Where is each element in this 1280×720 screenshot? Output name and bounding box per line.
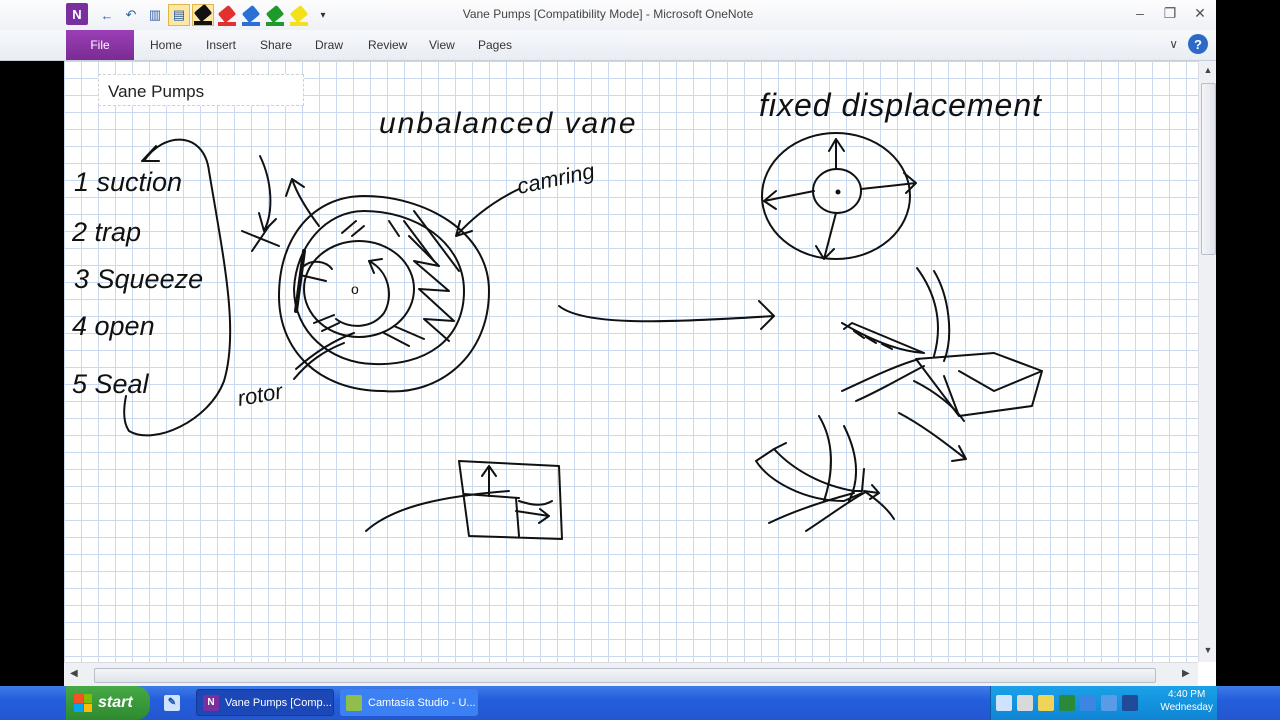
tab-home[interactable]: Home — [150, 38, 182, 52]
ink-small-box — [458, 460, 563, 540]
ink-vane-sketch-2-lines — [768, 484, 895, 532]
ink-drawing-canvas: unbalanced vane fixed displacement camri… — [71, 87, 1043, 540]
ink-rotor-circle — [303, 240, 415, 338]
tab-view[interactable]: View — [429, 38, 455, 52]
scroll-right-icon[interactable]: ▶ — [1182, 668, 1190, 679]
tray-signal-icon[interactable] — [1059, 695, 1075, 711]
ink-step-2: 2 trap — [71, 217, 141, 247]
onenote-window: N ← ↶ ▥ ▤ ▾ Vane Pumps [Compatibility Mo… — [0, 0, 1216, 686]
ink-rotor-arrow — [293, 332, 355, 380]
ink-camring-arrow — [455, 188, 520, 237]
close-icon[interactable]: ✕ — [1188, 2, 1212, 24]
onenote-taskbar-icon: N — [203, 694, 219, 711]
quick-launch-icon[interactable]: ✎ — [158, 689, 192, 716]
tray-expand-icon[interactable] — [996, 695, 1012, 711]
camtasia-taskbar-icon — [346, 694, 362, 711]
note-page[interactable]: Vane Pumps unbalanced vane fixed displac… — [64, 61, 1198, 662]
ink-vane-sketch-2 — [755, 415, 865, 502]
left-margin — [0, 61, 64, 686]
ink-heading-left: unbalanced vane — [379, 107, 638, 140]
ink-step-1: 1 suction — [74, 167, 182, 197]
horizontal-scroll-thumb[interactable] — [94, 668, 1156, 683]
clock-day: Wednesday — [1160, 702, 1213, 713]
tab-review[interactable]: Review — [368, 38, 407, 52]
windows-logo-icon — [74, 694, 92, 712]
vertical-scroll-thumb[interactable] — [1201, 83, 1216, 255]
ink-vane-top — [341, 220, 365, 237]
window-title: Vane Pumps [Compatibility Mode] - Micros… — [462, 7, 754, 21]
ink-rotor-swirl — [335, 260, 390, 327]
ink-lower-arrow — [898, 412, 967, 462]
ink-center-mark: o — [351, 281, 359, 297]
title-bar: N ← ↶ ▥ ▤ ▾ Vane Pumps [Compatibility Mo… — [0, 0, 1216, 31]
help-icon[interactable]: ? — [1188, 34, 1208, 54]
tray-volume-icon[interactable] — [1038, 695, 1054, 711]
ink-vane-sketch-upper — [841, 267, 951, 362]
taskbar-item-onenote[interactable]: N Vane Pumps [Comp... — [196, 689, 334, 716]
clock-time: 4:40 PM — [1168, 689, 1206, 700]
ribbon-tabs: File Home Insert Share Draw Review View … — [0, 30, 1216, 61]
ink-pump-middle — [293, 210, 465, 366]
tray-pen-icon[interactable] — [1101, 695, 1117, 711]
tab-pages[interactable]: Pages — [478, 38, 512, 52]
ink-vane-sketch-lines — [841, 358, 965, 422]
ink-cross-mark — [241, 225, 280, 252]
right-black-border — [1216, 0, 1280, 686]
ink-curved-arrow-top — [258, 155, 277, 232]
ink-step-3: 3 Squeeze — [74, 264, 203, 294]
tray-z-icon[interactable] — [1080, 695, 1096, 711]
ink-rotor-label: rotor — [236, 378, 287, 411]
tab-file[interactable]: File — [66, 30, 134, 60]
ink-fixed-center-dot — [835, 189, 841, 195]
taskbar-item-onenote-label: Vane Pumps [Comp... — [225, 696, 332, 709]
scroll-up-icon[interactable]: ▲ — [1202, 65, 1214, 77]
ink-box-shape — [915, 352, 1043, 417]
window-controls: – ❐ ✕ — [1128, 2, 1212, 24]
taskbar-item-camtasia-label: Camtasia Studio - U... — [368, 696, 476, 709]
restore-icon[interactable]: ❐ — [1158, 2, 1182, 24]
horizontal-scrollbar[interactable]: ◀ ▶ — [64, 662, 1198, 686]
scroll-left-icon[interactable]: ◀ — [70, 668, 78, 679]
collapse-ribbon-icon[interactable]: ∨ — [1169, 37, 1178, 51]
ribbon-help-area: ∨ ? — [1169, 34, 1208, 54]
ink-heading-right: fixed displacement — [759, 87, 1042, 123]
scroll-down-icon[interactable]: ▼ — [1202, 645, 1214, 657]
start-label: start — [98, 694, 133, 711]
minimize-icon[interactable]: – — [1128, 2, 1152, 24]
tray-network-icon[interactable] — [1017, 695, 1033, 711]
tab-insert[interactable]: Insert — [206, 38, 236, 52]
vertical-scrollbar[interactable]: ▲ ▼ — [1198, 61, 1216, 662]
tab-share[interactable]: Share — [260, 38, 292, 52]
ink-long-arrow — [558, 300, 775, 330]
ink-camring-label: camring — [515, 158, 597, 199]
ink-step-4: 4 open — [72, 311, 155, 341]
system-tray: 4:40 PM Wednesday — [990, 686, 1217, 720]
tray-battery-icon[interactable] — [1122, 695, 1138, 711]
taskbar: start ✎ N Vane Pumps [Comp... Camtasia S… — [0, 686, 1280, 720]
ink-inlet-arrow — [285, 178, 320, 227]
taskbar-item-camtasia[interactable]: Camtasia Studio - U... — [340, 689, 478, 716]
tab-draw[interactable]: Draw — [315, 38, 343, 52]
start-button[interactable]: start — [66, 686, 150, 720]
ink-step-5: 5 Seal — [72, 369, 150, 399]
taskbar-clock[interactable]: 4:40 PM Wednesday — [1160, 688, 1213, 714]
ink-squiggle-vane — [408, 235, 455, 342]
ink-small-box-curve — [365, 490, 510, 532]
